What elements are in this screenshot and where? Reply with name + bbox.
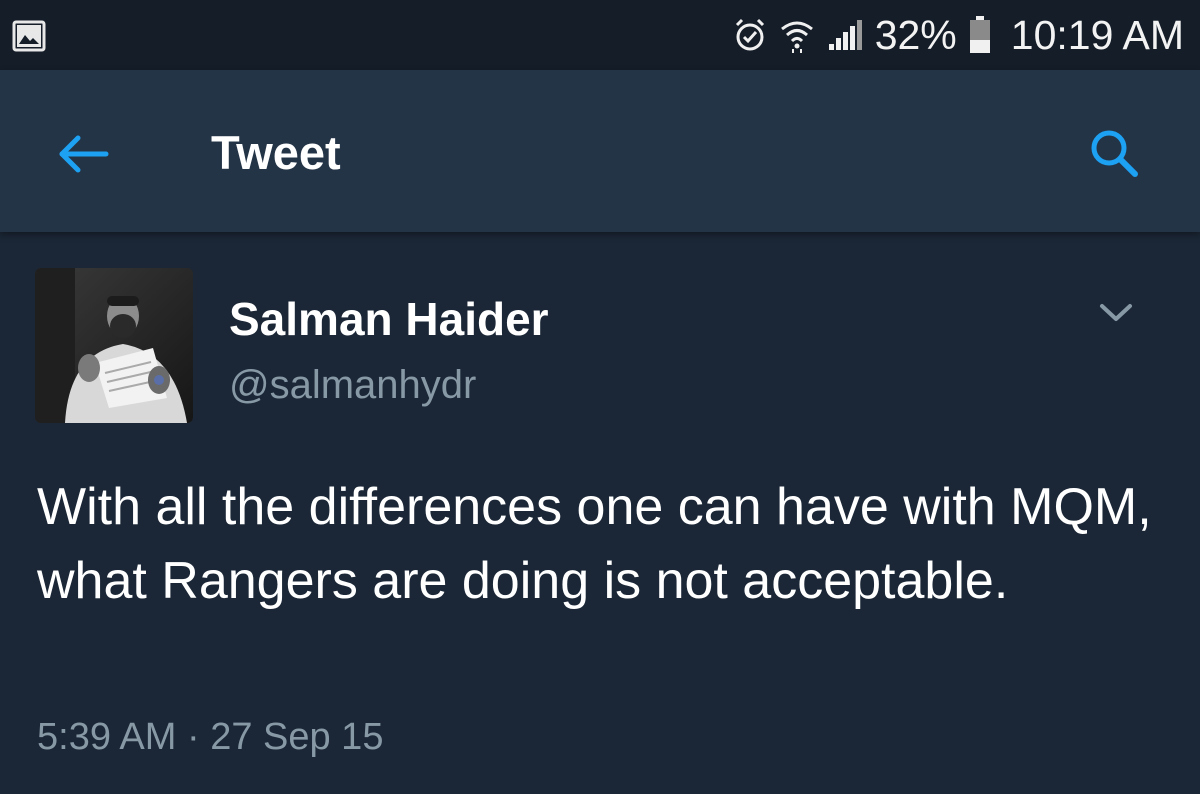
page-title: Tweet bbox=[211, 126, 341, 179]
author-handle[interactable]: @salmanhydr bbox=[229, 360, 476, 410]
app-bar bbox=[0, 70, 1200, 232]
signal-icon bbox=[827, 18, 863, 52]
author-name[interactable]: Salman Haider bbox=[229, 292, 549, 346]
gallery-icon bbox=[12, 20, 46, 52]
avatar[interactable] bbox=[35, 268, 193, 423]
tweet-text: With all the differences one can have wi… bbox=[37, 478, 1152, 610]
back-arrow-icon[interactable] bbox=[56, 134, 112, 174]
tweet-timestamp: 5:39 AM · 27 Sep 15 bbox=[37, 716, 384, 758]
battery-percent: 32% bbox=[874, 12, 957, 58]
search-icon[interactable] bbox=[1085, 124, 1145, 184]
wifi-icon bbox=[779, 17, 815, 53]
status-clock: 10:19 AM bbox=[1010, 12, 1184, 58]
battery-icon bbox=[969, 16, 991, 54]
chevron-down-icon[interactable] bbox=[1098, 298, 1134, 326]
status-bar: 32% 10:19 AM bbox=[0, 0, 1200, 70]
alarm-icon bbox=[733, 17, 767, 53]
